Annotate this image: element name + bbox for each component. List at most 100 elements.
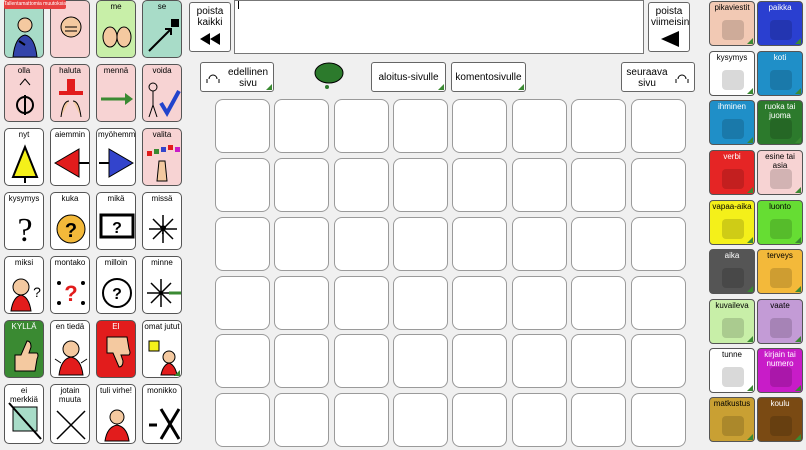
category-luonto[interactable]: luonto <box>757 200 803 245</box>
category-paikka[interactable]: paikka <box>757 1 803 46</box>
empty-cell[interactable] <box>274 334 329 388</box>
cell-milloin[interactable]: milloin ? <box>96 256 136 314</box>
empty-cell[interactable] <box>631 99 686 153</box>
empty-cell[interactable] <box>571 393 626 447</box>
empty-cell[interactable] <box>452 217 507 271</box>
empty-cell[interactable] <box>393 334 448 388</box>
empty-cell[interactable] <box>274 217 329 271</box>
empty-cell[interactable] <box>631 334 686 388</box>
start-page-button[interactable]: aloitus-sivulle <box>371 62 446 92</box>
cell-ei-merkkiä[interactable]: ei merkkiä <box>4 384 44 444</box>
empty-cell[interactable] <box>512 217 567 271</box>
empty-cell[interactable] <box>571 158 626 212</box>
cell-nyt[interactable]: nyt <box>4 128 44 186</box>
category-verbi[interactable]: verbi <box>709 150 755 195</box>
empty-cell[interactable] <box>215 334 270 388</box>
empty-cell[interactable] <box>334 99 389 153</box>
cell-ei[interactable]: EI <box>96 320 136 378</box>
empty-cell[interactable] <box>215 276 270 330</box>
next-page-button[interactable]: seuraava sivu <box>621 62 695 92</box>
empty-cell[interactable] <box>571 217 626 271</box>
empty-cell[interactable] <box>334 217 389 271</box>
cell-kysymys[interactable]: kysymys ? <box>4 192 44 250</box>
command-page-button[interactable]: komentosivulle <box>451 62 526 92</box>
cell-miksi[interactable]: miksi ? <box>4 256 44 314</box>
empty-cell[interactable] <box>571 276 626 330</box>
cell-me[interactable]: me <box>96 0 136 58</box>
cell-monikko[interactable]: monikko <box>142 384 182 444</box>
empty-cell[interactable] <box>631 158 686 212</box>
empty-cell[interactable] <box>452 158 507 212</box>
category-ruoka-tai-juoma[interactable]: ruoka tai juoma <box>757 100 803 145</box>
empty-cell[interactable] <box>215 99 270 153</box>
cell-kyllä[interactable]: KYLLÄ <box>4 320 44 378</box>
empty-cell[interactable] <box>393 99 448 153</box>
empty-cell[interactable] <box>452 334 507 388</box>
category-matkustus[interactable]: matkustus <box>709 397 755 442</box>
empty-cell[interactable] <box>631 217 686 271</box>
category-vapaa-aika[interactable]: vapaa-aika <box>709 200 755 245</box>
message-window[interactable] <box>234 0 644 54</box>
category-aika[interactable]: aika <box>709 249 755 294</box>
empty-cell[interactable] <box>274 99 329 153</box>
cell-voida[interactable]: voida <box>142 64 182 122</box>
cell-valita[interactable]: valita <box>142 128 182 186</box>
cell-mikä[interactable]: mikä ? <box>96 192 136 250</box>
cell-missä[interactable]: missä ? <box>142 192 182 250</box>
category-vaate[interactable]: vaate <box>757 299 803 344</box>
cell-kuka[interactable]: kuka ? <box>50 192 90 250</box>
empty-cell[interactable] <box>393 276 448 330</box>
empty-cell[interactable] <box>274 393 329 447</box>
empty-cell[interactable] <box>571 334 626 388</box>
empty-cell[interactable] <box>334 393 389 447</box>
empty-cell[interactable] <box>274 276 329 330</box>
cell-omat-jutut[interactable]: omat jutut <box>142 320 182 378</box>
cell-myöhemmin[interactable]: myöhemmin <box>96 128 136 186</box>
empty-cell[interactable] <box>631 393 686 447</box>
category-koti[interactable]: koti <box>757 51 803 96</box>
empty-cell[interactable] <box>393 158 448 212</box>
delete-all-button[interactable]: poista kaikki <box>189 2 231 52</box>
category-kirjain-tai-numero[interactable]: kirjain tai numero <box>757 348 803 393</box>
category-terveys[interactable]: terveys <box>757 249 803 294</box>
cell-mennä[interactable]: mennä <box>96 64 136 122</box>
category-pikaviestit[interactable]: pikaviestit <box>709 1 755 46</box>
category-koulu[interactable]: koulu <box>757 397 803 442</box>
cell-minne[interactable]: minne <box>142 256 182 314</box>
cell-olla[interactable]: olla <box>4 64 44 122</box>
delete-last-button[interactable]: poista viimeisin <box>648 2 690 52</box>
previous-page-button[interactable]: edellinen sivu <box>200 62 274 92</box>
empty-cell[interactable] <box>334 276 389 330</box>
category-label: paikka <box>768 3 792 12</box>
empty-cell[interactable] <box>393 393 448 447</box>
empty-cell[interactable] <box>452 276 507 330</box>
empty-cell[interactable] <box>631 276 686 330</box>
empty-cell[interactable] <box>215 158 270 212</box>
empty-cell[interactable] <box>274 158 329 212</box>
category-kysymys[interactable]: kysymys <box>709 51 755 96</box>
empty-cell[interactable] <box>334 158 389 212</box>
cell-jotain-muuta[interactable]: jotain muuta <box>50 384 90 444</box>
empty-cell[interactable] <box>512 158 567 212</box>
category-esine-tai-asia[interactable]: esine tai asia <box>757 150 803 195</box>
empty-cell[interactable] <box>215 217 270 271</box>
cell-aiemmin[interactable]: aiemmin <box>50 128 90 186</box>
cell-tuli-virhe[interactable]: tuli virhe! <box>96 384 136 444</box>
category-kuvaileva[interactable]: kuvaileva <box>709 299 755 344</box>
empty-cell[interactable] <box>512 99 567 153</box>
cell-haluta[interactable]: haluta <box>50 64 90 122</box>
empty-cell[interactable] <box>215 393 270 447</box>
category-tunne[interactable]: tunne <box>709 348 755 393</box>
empty-cell[interactable] <box>452 393 507 447</box>
empty-cell[interactable] <box>334 334 389 388</box>
cell-se[interactable]: se <box>142 0 182 58</box>
empty-cell[interactable] <box>512 334 567 388</box>
empty-cell[interactable] <box>452 99 507 153</box>
cell-montako[interactable]: montako ? <box>50 256 90 314</box>
cell-en-tiedä[interactable]: en tiedä <box>50 320 90 378</box>
category-ihminen[interactable]: ihminen <box>709 100 755 145</box>
empty-cell[interactable] <box>512 393 567 447</box>
empty-cell[interactable] <box>393 217 448 271</box>
empty-cell[interactable] <box>512 276 567 330</box>
empty-cell[interactable] <box>571 99 626 153</box>
